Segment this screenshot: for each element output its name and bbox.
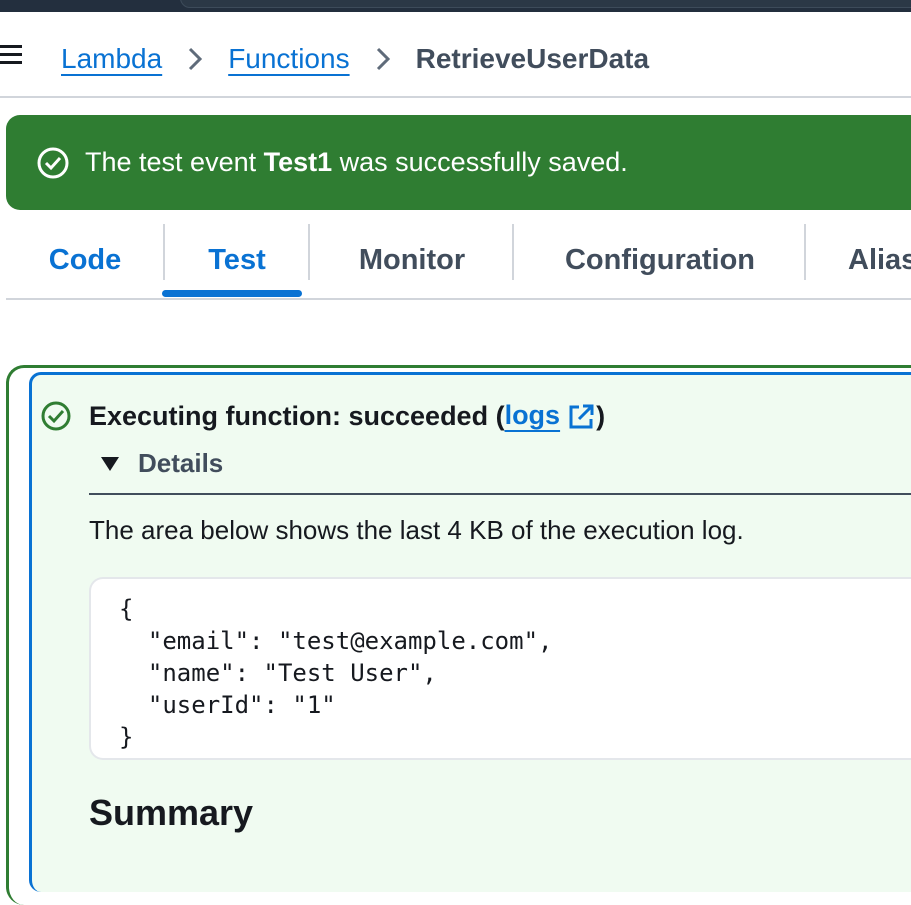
execution-status-close: ) [596,400,606,431]
active-tab-indicator [162,290,302,297]
search-bar[interactable] [180,0,911,8]
details-divider [89,493,911,495]
check-circle-icon [41,401,71,431]
tab-divider [804,224,806,280]
breadcrumb-lambda[interactable]: Lambda [61,43,162,75]
execution-status-label: Executing function: succeeded ( [89,400,505,431]
chevron-right-icon [189,47,203,71]
details-toggle[interactable]: Details [100,448,223,479]
summary-heading: Summary [89,792,254,833]
flash-message: The test event Test1 was successfully sa… [85,147,628,177]
breadcrumb: Lambda Functions RetrieveUserData [61,42,649,76]
check-circle-icon [37,147,69,178]
tab-test[interactable]: Test [165,222,309,298]
tab-code[interactable]: Code [6,222,164,298]
tab-configuration[interactable]: Configuration [514,222,806,298]
logs-link[interactable]: logs [505,400,597,432]
chevron-right-icon [376,47,390,71]
details-label: Details [138,448,224,478]
log-description: The area below shows the last 4 KB of th… [89,515,744,545]
menu-icon[interactable] [0,45,22,65]
execution-status: Executing function: succeeded ( logs ) [40,398,605,434]
tab-alias[interactable]: Alias [848,222,911,298]
breadcrumb-bar: Lambda Functions RetrieveUserData [0,12,911,98]
tab-monitor[interactable]: Monitor [310,222,514,298]
breadcrumb-functions[interactable]: Functions [228,43,349,75]
execution-output: { "email": "test@example.com", "name": "… [89,577,911,760]
function-tabs: Code Test Monitor Configuration Alias [6,222,911,300]
success-flash-banner: The test event Test1 was successfully sa… [6,115,911,210]
console-top-bar [0,0,911,12]
breadcrumb-current: RetrieveUserData [415,43,650,74]
external-link-icon [569,404,594,429]
caret-down-icon [101,456,119,471]
